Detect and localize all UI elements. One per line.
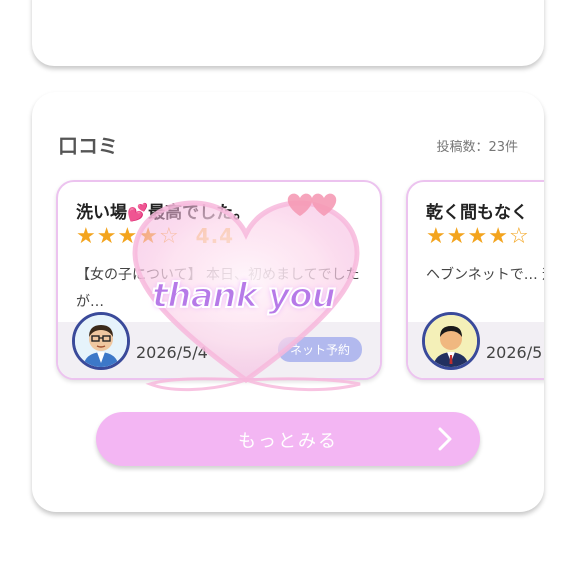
review-footer: 2026/5: [408, 312, 544, 378]
previous-section-card: [32, 0, 544, 66]
star-outline-icon: ☆: [158, 224, 180, 249]
star-icon: ★: [467, 224, 489, 249]
star-icon: ★: [488, 224, 509, 249]
review-title: 乾く間もなく: [426, 203, 528, 223]
rating-value: 4.4: [195, 224, 235, 248]
star-icon: ★: [96, 224, 118, 249]
star-icon: ★: [76, 224, 97, 249]
star-icon: ★: [446, 224, 468, 249]
chevron-right-icon: [438, 427, 452, 451]
review-date: 2026/5: [486, 343, 543, 362]
star-icon: ★: [426, 224, 447, 249]
review-body: ヘブンネットで… 遊んでいただい…: [426, 267, 544, 283]
review-title: 洗い場💕最高でした。: [76, 203, 251, 223]
avatar: [72, 312, 130, 370]
review-date: 2026/5/4: [136, 343, 208, 362]
more-button-label: もっとみる: [238, 431, 338, 452]
thank-you-sticker-text: thank you: [151, 275, 337, 317]
man-glasses-icon: [75, 315, 127, 367]
rating-stars: ★★★★☆: [426, 224, 530, 249]
rating-stars: ★★★★☆ 4.4: [76, 224, 234, 249]
booking-badge: ネット予約: [277, 337, 362, 362]
star-icon: ★: [138, 224, 159, 249]
star-icon: ★: [117, 224, 139, 249]
avatar: [422, 312, 480, 370]
star-outline-icon: ☆: [508, 224, 530, 249]
review-card[interactable]: 乾く間もなく ★★★★☆ ヘブンネットで… 遊んでいただい… 2026/5: [406, 180, 544, 380]
section-title: 口コミ: [58, 134, 118, 158]
man-suit-icon: [425, 315, 477, 367]
review-footer: 2026/5/4 ネット予約: [58, 312, 380, 378]
post-count: 投稿数：23件: [436, 140, 518, 155]
more-button[interactable]: もっとみる: [96, 412, 480, 466]
